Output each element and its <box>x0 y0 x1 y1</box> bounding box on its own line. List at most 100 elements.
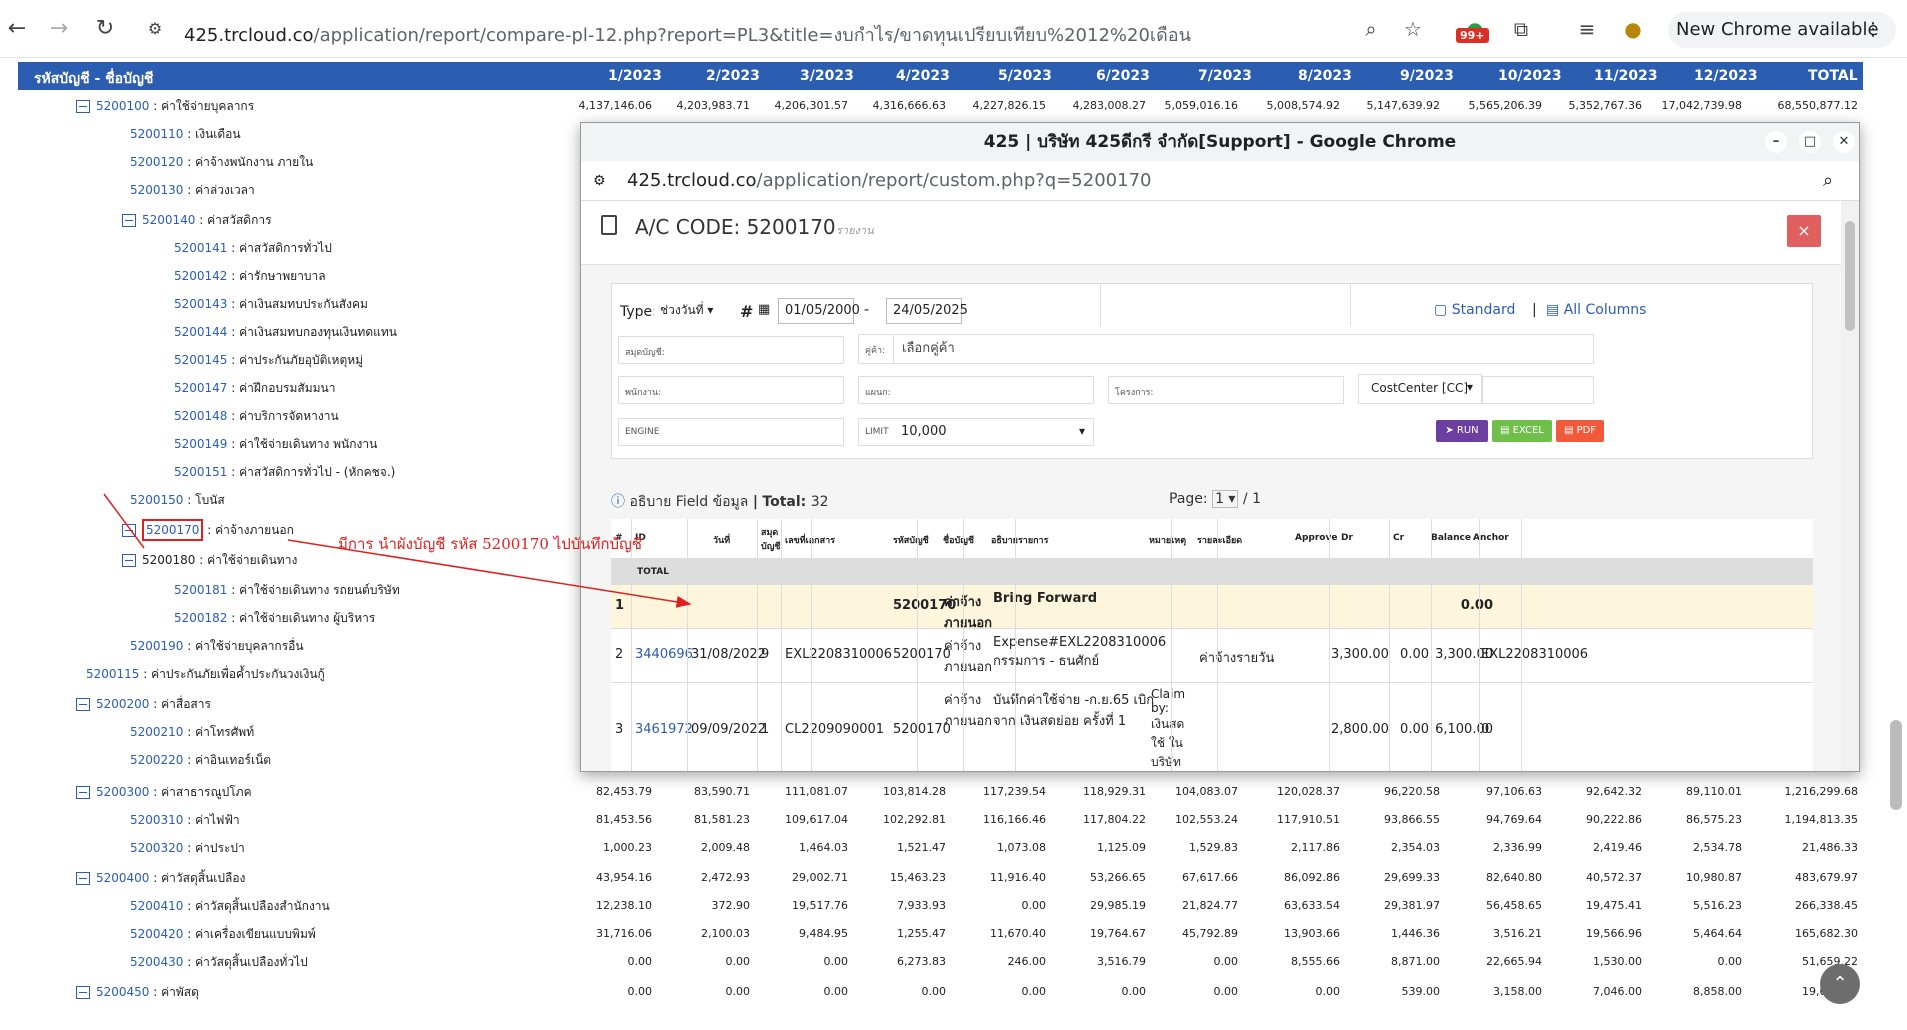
zoom-icon[interactable]: ⌕ <box>1358 16 1384 42</box>
account-code-link[interactable]: 5200141 <box>174 241 227 255</box>
collapse-toggle-icon[interactable] <box>76 100 90 113</box>
account-code-link[interactable]: 5200149 <box>174 437 227 451</box>
column-header[interactable]: รหัสบัญชี <box>893 533 929 547</box>
account-code-link[interactable]: 5200430 <box>130 955 183 969</box>
scroll-top-button[interactable]: ⌃ <box>1820 964 1860 1004</box>
page-scrollbar[interactable] <box>1890 720 1902 810</box>
account-code-link[interactable]: 5200190 <box>130 639 183 653</box>
calendar-icon[interactable]: ▦ <box>758 302 770 317</box>
reload-icon[interactable]: ↻ <box>90 14 120 44</box>
minimize-icon[interactable]: – <box>1765 131 1787 153</box>
field-info-link[interactable]: อธิบาย Field ข้อมูล <box>629 494 748 510</box>
account-code-link[interactable]: 5200110 <box>130 127 183 141</box>
partner-field[interactable]: คู่ค้า: เลือกคู่ค้า <box>858 334 1594 364</box>
site-settings-icon[interactable]: ⚙ <box>593 161 606 201</box>
date-to-input[interactable]: 24/05/2025 <box>886 298 968 324</box>
account-code-link[interactable]: 5200100 <box>96 99 149 113</box>
close-window-icon[interactable]: ✕ <box>1833 131 1855 153</box>
collapse-toggle-icon[interactable] <box>122 524 136 537</box>
scroll-thumb[interactable] <box>1845 221 1855 331</box>
account-code-link[interactable]: 5200170 <box>142 519 204 541</box>
engine-field[interactable]: ENGINE <box>618 418 844 446</box>
account-code-link[interactable]: 5200120 <box>130 155 183 169</box>
address-bar[interactable]: 425.trcloud.co/application/report/compar… <box>184 20 1191 49</box>
account-code-link[interactable]: 5200181 <box>174 583 227 597</box>
pdf-button[interactable]: ▤ PDF <box>1556 420 1604 442</box>
standard-link[interactable]: ▢ Standard <box>1434 302 1515 318</box>
column-header[interactable]: สมุด บัญชี <box>761 525 783 553</box>
column-divider <box>1389 519 1390 771</box>
account-code-link[interactable]: 5200115 <box>86 667 139 681</box>
account-code-link[interactable]: 5200400 <box>96 871 149 885</box>
zoom-icon[interactable]: ⌕ <box>1823 161 1833 201</box>
popup-scrollbar[interactable] <box>1841 201 1859 771</box>
entry-id-link[interactable]: 3440696 <box>635 647 693 662</box>
entry-id-link[interactable]: 3461972 <box>635 722 693 737</box>
excel-button[interactable]: ▤ EXCEL <box>1492 420 1552 442</box>
account-code-link[interactable]: 5200320 <box>130 841 183 855</box>
column-header[interactable]: เลขที่เอกสาร <box>785 533 835 547</box>
employee-field[interactable]: พนักงาน: <box>618 376 844 404</box>
column-header[interactable]: วันที่ <box>713 533 730 547</box>
collapse-toggle-icon[interactable] <box>122 214 136 227</box>
costcenter-select[interactable]: CostCenter [CC] ▾ <box>1358 374 1482 404</box>
account-code-link[interactable]: 5200210 <box>130 725 183 739</box>
column-header[interactable]: อธิบายรายการ <box>991 533 1048 547</box>
site-settings-icon[interactable]: ⚙ <box>140 14 170 44</box>
account-code-link[interactable]: 5200145 <box>174 353 227 367</box>
account-code-link[interactable]: 5200142 <box>174 269 227 283</box>
popup-titlebar: 425 | บริษัท 425ดีกรี จำกัด[Support] - G… <box>581 123 1859 161</box>
account-code-link[interactable]: 5200151 <box>174 465 227 479</box>
collapse-toggle-icon[interactable] <box>76 986 90 999</box>
account-code-link[interactable]: 5200147 <box>174 381 227 395</box>
profile-avatar-icon[interactable]: ● <box>1620 16 1646 42</box>
collapse-toggle-icon[interactable] <box>122 554 136 567</box>
account-code-link[interactable]: 5200410 <box>130 899 183 913</box>
account-code-link[interactable]: 5200130 <box>130 183 183 197</box>
type-select[interactable]: ช่วงวันที่ ▾ <box>654 298 724 324</box>
maximize-icon[interactable]: □ <box>1799 131 1821 153</box>
column-header[interactable]: Balance <box>1431 533 1471 543</box>
back-icon[interactable]: ← <box>2 14 32 44</box>
account-code-link[interactable]: 5200450 <box>96 985 149 999</box>
link-separator: | <box>1532 302 1537 318</box>
column-header[interactable]: หมายเหตุ <box>1149 533 1186 547</box>
project-field[interactable]: โครงการ: <box>1108 376 1344 404</box>
collapse-toggle-icon[interactable] <box>76 786 90 799</box>
column-header[interactable]: Cr <box>1393 533 1404 543</box>
popup-address-bar[interactable]: ⚙ 425.trcloud.co/application/report/cust… <box>581 161 1859 201</box>
account-code-link[interactable]: 5200200 <box>96 697 149 711</box>
column-header[interactable]: Approve <box>1295 533 1337 543</box>
account-code-link[interactable]: 5200150 <box>130 493 183 507</box>
forward-icon[interactable]: → <box>44 14 74 44</box>
department-field[interactable]: แผนก: <box>858 376 1094 404</box>
extensions-puzzle-icon[interactable]: ⧉ <box>1508 16 1534 42</box>
column-header[interactable]: ชื่อบัญชี <box>943 533 974 547</box>
date-from-input[interactable]: 01/05/2000 <box>778 298 860 324</box>
column-header[interactable]: รายละเอียด <box>1197 533 1242 547</box>
all-columns-link[interactable]: ▤ All Columns <box>1546 302 1646 318</box>
account-code-link[interactable]: 5200182 <box>174 611 227 625</box>
run-button[interactable]: ➤ RUN <box>1436 420 1488 442</box>
collapse-toggle-icon[interactable] <box>76 698 90 711</box>
column-header[interactable]: Dr <box>1341 533 1353 543</box>
limit-select[interactable]: LIMIT 10,000 ▾ <box>858 418 1094 446</box>
account-name: : ค่าสาธารณูปโภค <box>149 785 252 799</box>
account-code-link[interactable]: 5200220 <box>130 753 183 767</box>
bookmark-star-icon[interactable]: ☆ <box>1400 16 1426 42</box>
media-queue-icon[interactable]: ≡ <box>1574 16 1600 42</box>
account-code-link[interactable]: 5200140 <box>142 213 195 227</box>
account-code-link[interactable]: 5200143 <box>174 297 227 311</box>
account-code-link[interactable]: 5200144 <box>174 325 227 339</box>
journal-field[interactable]: สมุดบัญชี: <box>618 336 844 364</box>
row-total-value: 483,679.97 <box>1795 871 1858 884</box>
account-code-link[interactable]: 5200148 <box>174 409 227 423</box>
new-chrome-button[interactable]: New Chrome available ⋮ <box>1668 12 1896 48</box>
page-select[interactable]: 1 ▾ <box>1212 490 1239 508</box>
account-code-link[interactable]: 5200310 <box>130 813 183 827</box>
account-code-link[interactable]: 5200420 <box>130 927 183 941</box>
account-code-link[interactable]: 5200300 <box>96 785 149 799</box>
costcenter-input[interactable] <box>1482 376 1594 404</box>
collapse-toggle-icon[interactable] <box>76 872 90 885</box>
close-button[interactable]: × <box>1787 215 1821 247</box>
